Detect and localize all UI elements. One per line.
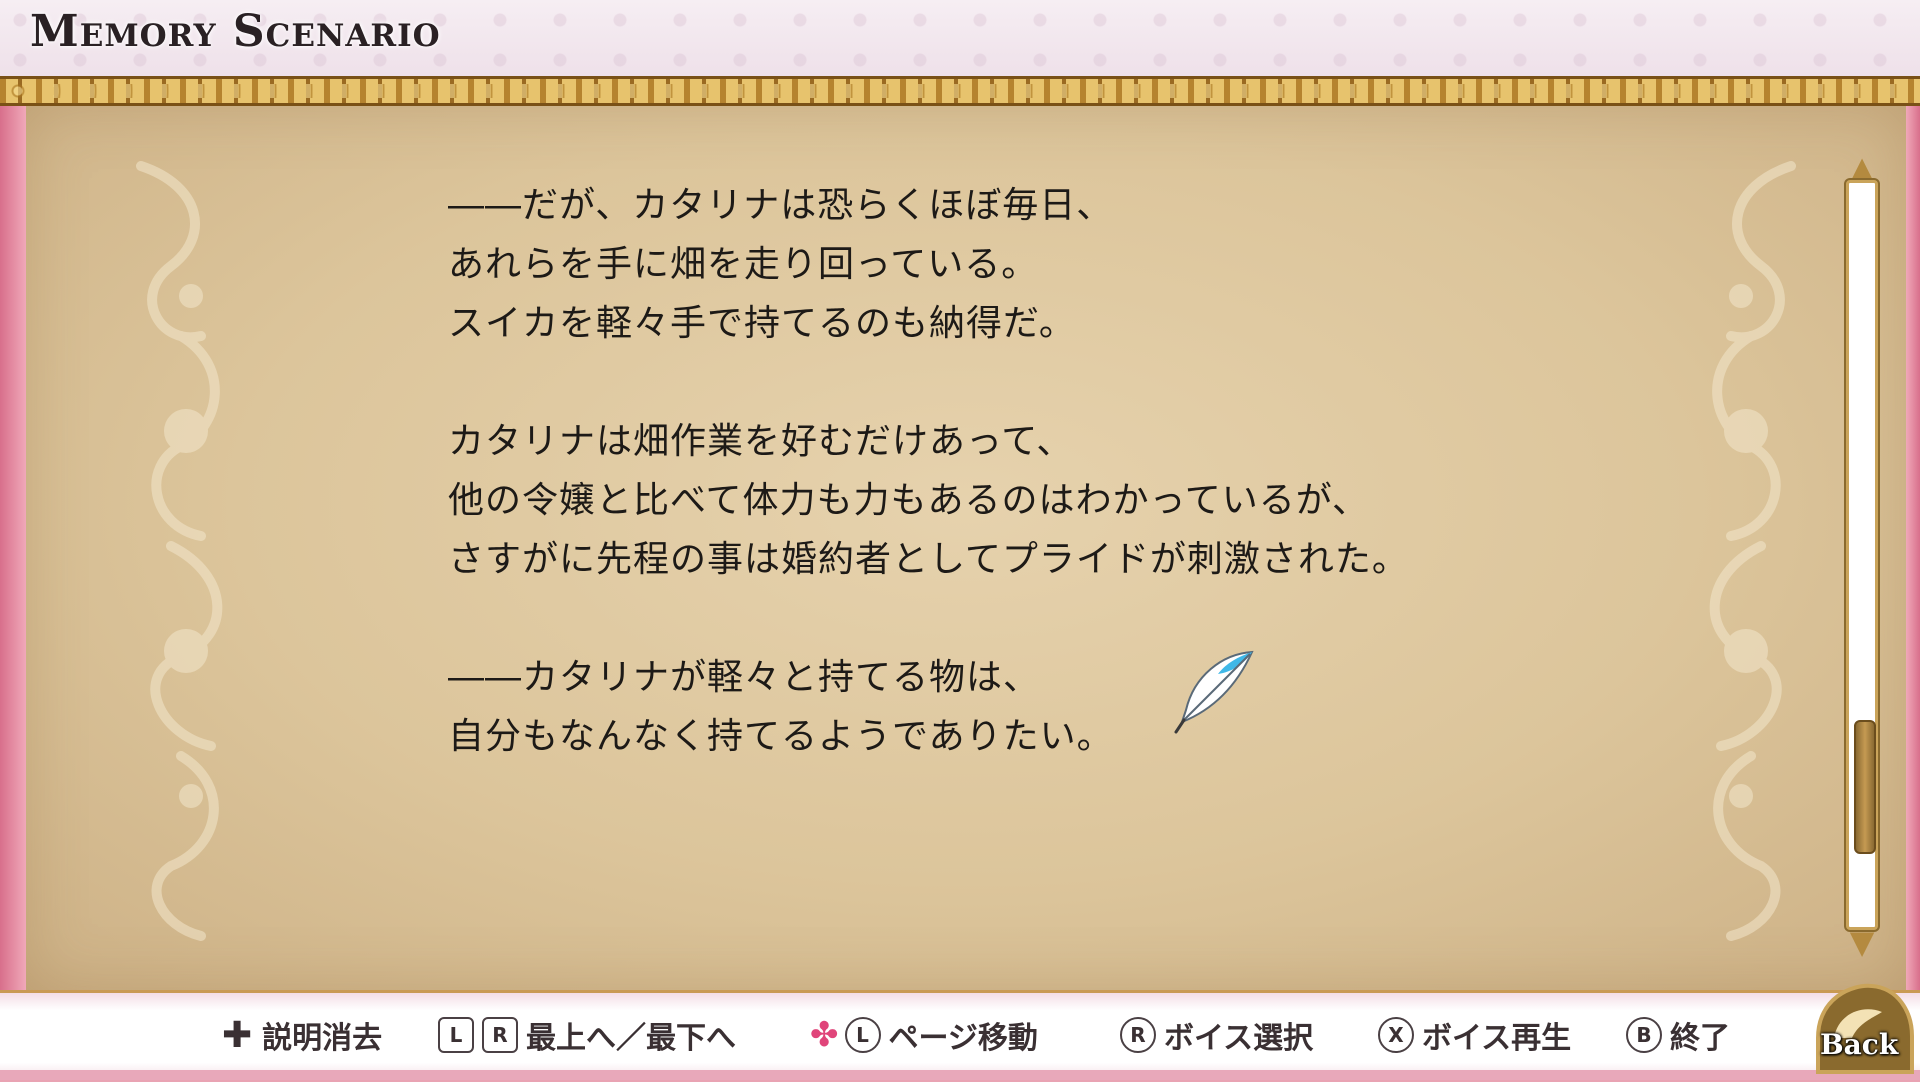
scenario-line: あれらを手に畑を走り回っている。 bbox=[448, 244, 1039, 285]
hint-top-bottom[interactable]: L R 最上へ／最下へ bbox=[438, 1015, 736, 1056]
dpad-color-icon: ✤ bbox=[810, 1015, 839, 1055]
scenario-line: さすがに先程の事は婚約者としてプライドが刺激された。 bbox=[448, 539, 1409, 580]
scenario-line: カタリナは畑作業を好むだけあって、 bbox=[448, 421, 1074, 462]
l-stick-icon: L bbox=[844, 1017, 881, 1053]
gold-border bbox=[0, 76, 1920, 106]
scrollbar[interactable]: ▲ ▼ bbox=[1838, 150, 1886, 960]
hint-page-move[interactable]: ✤ L ページ移動 bbox=[810, 1015, 1038, 1056]
b-button-icon: B bbox=[1626, 1017, 1662, 1053]
x-button-icon: X bbox=[1378, 1017, 1414, 1053]
pink-frame-right bbox=[1906, 106, 1920, 990]
r-button-icon: R bbox=[482, 1017, 518, 1053]
hint-voice-select[interactable]: R ボイス選択 bbox=[1120, 1015, 1314, 1056]
scroll-down-ornament-icon[interactable]: ▼ bbox=[1844, 924, 1880, 960]
controls-bar: ✚ 説明消去 L R 最上へ／最下へ ✤ L ページ移動 R ボイス選択 X ボ… bbox=[0, 990, 1920, 1080]
title-bar: Memory Scenario bbox=[0, 0, 1920, 80]
hint-label: 説明消去 bbox=[262, 1021, 383, 1056]
hint-end[interactable]: B 終了 bbox=[1626, 1015, 1730, 1056]
scenario-line: 自分もなんなく持てるようでありたい。 bbox=[448, 716, 1114, 757]
hint-label: ボイス再生 bbox=[1422, 1021, 1572, 1056]
back-label: Back bbox=[1820, 1028, 1899, 1061]
scenario-line: ――カタリナが軽々と持てる物は、 bbox=[448, 657, 1041, 698]
hint-label: ページ移動 bbox=[888, 1021, 1038, 1056]
pink-frame-left bbox=[0, 106, 26, 990]
hint-hide-help[interactable]: ✚ 説明消去 bbox=[222, 1014, 383, 1057]
hint-label: 終了 bbox=[1670, 1021, 1730, 1056]
scenario-line: スイカを軽々手で持てるのも納得だ。 bbox=[448, 303, 1076, 344]
ornament-right-icon bbox=[1709, 161, 1796, 941]
scenario-text: ――だが、カタリナは恐らくほぼ毎日、 あれらを手に畑を走り回っている。 スイカを… bbox=[448, 176, 1448, 766]
page-title: Memory Scenario bbox=[30, 6, 441, 57]
hint-label: 最上へ／最下へ bbox=[526, 1021, 736, 1056]
scenario-line-blank bbox=[448, 589, 1448, 648]
hint-label: ボイス選択 bbox=[1164, 1021, 1314, 1056]
scenario-line: 他の令嬢と比べて体力も力もあるのはわかっているが、 bbox=[448, 480, 1370, 521]
back-button[interactable]: Back bbox=[1812, 978, 1916, 1078]
scroll-thumb[interactable] bbox=[1854, 720, 1876, 854]
l-button-icon: L bbox=[438, 1017, 474, 1053]
scenario-line: ――だが、カタリナは恐らくほぼ毎日、 bbox=[448, 185, 1114, 226]
feather-quill-icon bbox=[1174, 650, 1254, 734]
hint-voice-play[interactable]: X ボイス再生 bbox=[1378, 1015, 1572, 1056]
scroll-track[interactable] bbox=[1846, 180, 1878, 930]
r-stick-icon: R bbox=[1120, 1017, 1156, 1053]
scenario-line-blank bbox=[448, 353, 1448, 412]
dpad-icon: ✚ bbox=[222, 1014, 253, 1056]
ornament-left-icon bbox=[136, 161, 223, 941]
